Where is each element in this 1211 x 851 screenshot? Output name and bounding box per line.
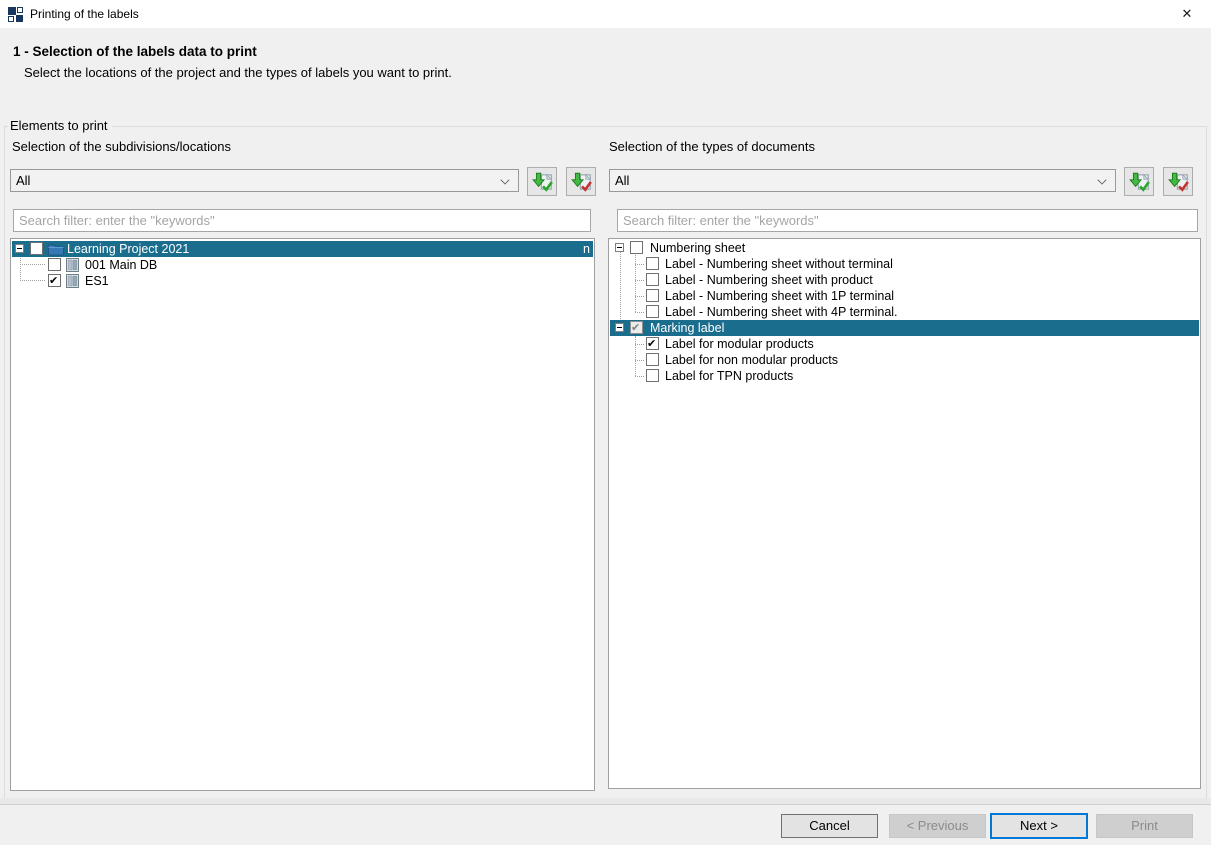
left-tree[interactable]: Learning Project 2021 n 001 Main DB ES1: [10, 238, 595, 791]
select-all-icon: [1129, 171, 1151, 193]
tree-row[interactable]: Numbering sheet: [610, 240, 1199, 256]
tree-row[interactable]: Learning Project 2021 n: [12, 241, 593, 257]
tree-row[interactable]: Marking label: [610, 320, 1199, 336]
folder-icon: [48, 243, 64, 256]
tree-item-label: Label for TPN products: [665, 368, 793, 384]
next-button[interactable]: Next >: [990, 813, 1088, 839]
tree-row[interactable]: Label - Numbering sheet without terminal: [610, 256, 1199, 272]
checkbox[interactable]: [646, 337, 659, 350]
right-deselect-all-button[interactable]: [1163, 167, 1193, 196]
tree-item-label: Label - Numbering sheet with 4P terminal…: [665, 304, 898, 320]
step-title: 1 - Selection of the labels data to prin…: [13, 44, 257, 59]
checkbox[interactable]: [630, 241, 643, 254]
collapse-icon[interactable]: [615, 323, 624, 332]
print-button[interactable]: Print: [1096, 814, 1193, 838]
tree-item-label: ES1: [85, 273, 109, 289]
tree-row[interactable]: Label for TPN products: [610, 368, 1199, 384]
right-select-all-button[interactable]: [1124, 167, 1154, 196]
tree-item-label: Numbering sheet: [650, 240, 745, 256]
previous-button[interactable]: < Previous: [889, 814, 986, 838]
left-filter-dropdown[interactable]: All: [10, 169, 519, 192]
select-all-icon: [532, 171, 554, 193]
dialog-bottom-edge: [0, 845, 1211, 851]
group-label: Elements to print: [8, 118, 112, 133]
tree-item-label: Label - Numbering sheet without terminal: [665, 256, 893, 272]
cabinet-icon: [66, 274, 79, 288]
step-subtitle: Select the locations of the project and …: [24, 65, 452, 80]
tree-row[interactable]: ES1: [12, 273, 593, 289]
checkbox[interactable]: [646, 273, 659, 286]
checkbox[interactable]: [646, 353, 659, 366]
collapse-icon[interactable]: [615, 243, 624, 252]
clipped-text-artifact: n: [583, 241, 590, 257]
app-logo-icon: [8, 7, 23, 22]
chevron-down-icon: [500, 175, 509, 184]
tree-row[interactable]: Label for modular products: [610, 336, 1199, 352]
close-icon[interactable]: ✕: [1169, 2, 1205, 26]
deselect-all-icon: [571, 171, 593, 193]
cancel-button[interactable]: Cancel: [781, 814, 878, 838]
deselect-all-icon: [1168, 171, 1190, 193]
checkbox[interactable]: [48, 274, 61, 287]
tree-row[interactable]: Label - Numbering sheet with product: [610, 272, 1199, 288]
checkbox[interactable]: [646, 369, 659, 382]
checkbox[interactable]: [646, 289, 659, 302]
tree-row[interactable]: Label for non modular products: [610, 352, 1199, 368]
checkbox[interactable]: [48, 258, 61, 271]
right-panel-label: Selection of the types of documents: [609, 139, 815, 154]
title-bar: Printing of the labels ✕: [0, 0, 1211, 28]
left-deselect-all-button[interactable]: [566, 167, 596, 196]
tree-item-label: Label for non modular products: [665, 352, 838, 368]
left-search-input[interactable]: [13, 209, 591, 232]
tree-item-label: Label - Numbering sheet with 1P terminal: [665, 288, 894, 304]
checkbox[interactable]: [630, 321, 643, 334]
left-filter-value: All: [16, 173, 30, 188]
tree-item-label: Marking label: [650, 320, 724, 336]
tree-row[interactable]: Label - Numbering sheet with 1P terminal: [610, 288, 1199, 304]
left-select-all-button[interactable]: [527, 167, 557, 196]
collapse-icon[interactable]: [15, 244, 24, 253]
checkbox[interactable]: [30, 242, 43, 255]
left-panel-label: Selection of the subdivisions/locations: [12, 139, 231, 154]
tree-item-label: 001 Main DB: [85, 257, 157, 273]
tree-row[interactable]: Label - Numbering sheet with 4P terminal…: [610, 304, 1199, 320]
window-title: Printing of the labels: [30, 7, 139, 21]
chevron-down-icon: [1097, 175, 1106, 184]
right-search-input[interactable]: [617, 209, 1198, 232]
right-tree[interactable]: Numbering sheet Label - Numbering sheet …: [608, 238, 1201, 789]
checkbox[interactable]: [646, 305, 659, 318]
tree-row[interactable]: 001 Main DB: [12, 257, 593, 273]
content-footer-separator: [0, 798, 1211, 805]
cabinet-icon: [66, 258, 79, 272]
right-filter-value: All: [615, 173, 629, 188]
tree-item-label: Label - Numbering sheet with product: [665, 272, 873, 288]
right-filter-dropdown[interactable]: All: [609, 169, 1116, 192]
tree-item-label: Learning Project 2021: [67, 241, 189, 257]
checkbox[interactable]: [646, 257, 659, 270]
tree-item-label: Label for modular products: [665, 336, 814, 352]
